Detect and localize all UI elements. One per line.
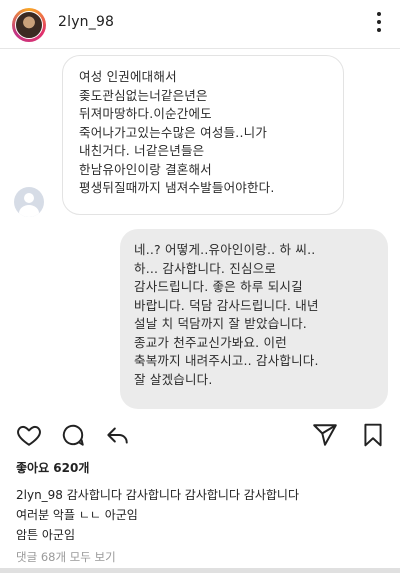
view-all-comments-link[interactable]: 댓글 68개 모두 보기 bbox=[16, 549, 116, 565]
post-header: 2lyn_98 bbox=[0, 0, 400, 48]
dot bbox=[377, 28, 381, 32]
caption-text: 감사합니다 감사합니다 감사합니다 감사합니다 bbox=[62, 488, 300, 502]
send-icon[interactable] bbox=[312, 422, 338, 448]
avatar-body bbox=[19, 205, 39, 217]
bottom-edge bbox=[0, 568, 400, 573]
sent-message: 네..? 어떻게..유아인이랑.. 하 씨.. 하... 감사합니다. 진심으로… bbox=[120, 229, 388, 409]
chat-screenshot: 여성 인권에대해서 좆도관심없는너같은년은 뒤져마땅하다.이순간에도 죽어나가고… bbox=[0, 49, 400, 417]
comment-icon[interactable] bbox=[60, 422, 86, 448]
post-actions bbox=[0, 418, 400, 454]
profile-photo bbox=[15, 11, 43, 39]
dot bbox=[377, 12, 381, 16]
caption-line-3: 암튼 아군임 bbox=[16, 528, 76, 542]
share-icon[interactable] bbox=[104, 422, 130, 448]
received-message: 여성 인권에대해서 좆도관심없는너같은년은 뒤져마땅하다.이순간에도 죽어나가고… bbox=[62, 55, 344, 215]
more-vertical-icon[interactable] bbox=[376, 12, 382, 34]
heart-icon[interactable] bbox=[16, 422, 42, 448]
username[interactable]: 2lyn_98 bbox=[58, 14, 114, 30]
caption: 2lyn_98 감사합니다 감사합니다 감사합니다 감사합니다 bbox=[16, 486, 299, 503]
bookmark-icon[interactable] bbox=[360, 422, 386, 448]
caption-username[interactable]: 2lyn_98 bbox=[16, 488, 63, 502]
likes-count[interactable]: 좋아요 620개 bbox=[16, 459, 89, 476]
avatar-head bbox=[24, 193, 34, 203]
caption-line-2: 여러분 악플 ㄴㄴ 아군임 bbox=[16, 508, 138, 522]
dot bbox=[377, 20, 381, 24]
sender-avatar-icon bbox=[14, 187, 44, 217]
profile-avatar[interactable] bbox=[12, 8, 46, 42]
